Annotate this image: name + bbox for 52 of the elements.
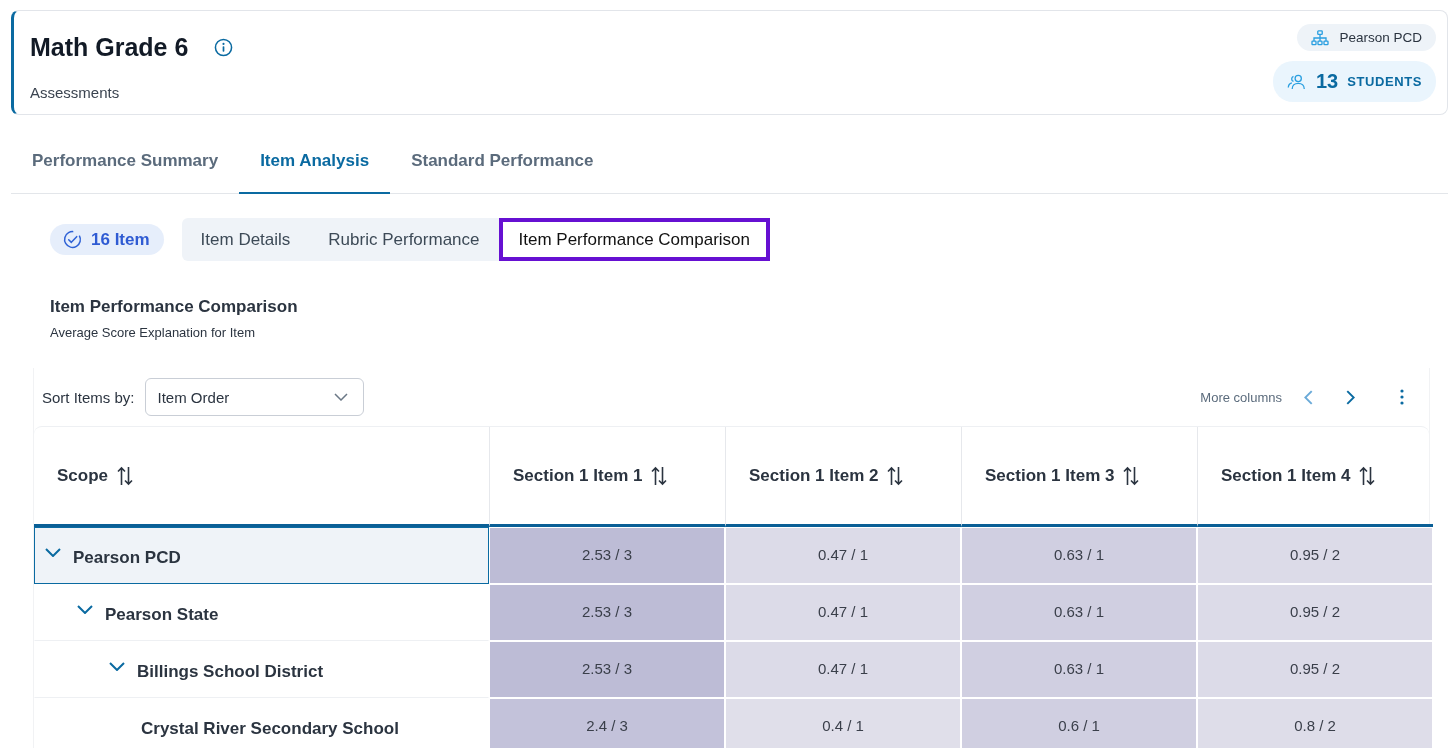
- sort-dropdown[interactable]: Item Order: [144, 378, 364, 416]
- sort-icon: [651, 465, 668, 486]
- tab[interactable]: Item Analysis: [239, 129, 391, 194]
- check-circle-icon: [63, 230, 82, 249]
- score-cell: 0.8 / 2: [1197, 698, 1433, 748]
- sort-label: Sort Items by:: [42, 388, 135, 406]
- page-title: Math Grade 6: [30, 33, 189, 62]
- score-cell: 0.47 / 1: [725, 641, 961, 698]
- score-cell: 0.95 / 2: [1197, 641, 1433, 698]
- chevron-right-icon[interactable]: [1346, 389, 1355, 405]
- scope-name: Pearson PCD: [73, 547, 181, 568]
- section-subtitle: Average Score Explanation for Item: [50, 325, 255, 340]
- page-subtitle: Assessments: [30, 84, 121, 101]
- score-cell: 0.6 / 1: [961, 698, 1197, 748]
- scope-cell[interactable]: Pearson PCD: [34, 527, 489, 584]
- students-badge: 13 STUDENTS: [1272, 61, 1436, 102]
- score-cell: 0.47 / 1: [725, 584, 961, 641]
- score-cell: 2.4 / 3: [489, 698, 725, 748]
- chevron-down-icon: [333, 393, 348, 401]
- score-cell: 0.95 / 2: [1197, 527, 1433, 584]
- item-count-badge: 16 Item: [50, 224, 164, 255]
- score-cell: 0.63 / 1: [961, 641, 1197, 698]
- score-cell: 0.63 / 1: [961, 584, 1197, 641]
- chevron-down-icon[interactable]: [109, 662, 125, 671]
- sort-icon: [1359, 465, 1376, 486]
- sort-icon: [117, 465, 134, 486]
- more-options-icon[interactable]: [1400, 389, 1404, 405]
- sort-icon: [887, 465, 904, 486]
- tab[interactable]: Performance Summary: [11, 129, 240, 194]
- sort-icon: [1123, 465, 1140, 486]
- score-cell: 0.4 / 1: [725, 698, 961, 748]
- more-columns-label: More columns: [1200, 389, 1282, 405]
- score-cell: 2.53 / 3: [489, 527, 725, 584]
- info-icon[interactable]: [214, 38, 234, 57]
- people-icon: [1286, 73, 1306, 90]
- section-title: Item Performance Comparison: [50, 297, 298, 317]
- organization-badge: Pearson PCD: [1297, 24, 1436, 51]
- chevron-down-icon[interactable]: [45, 548, 61, 557]
- view-tab[interactable]: Item Details: [181, 218, 310, 261]
- chevron-down-icon[interactable]: [77, 605, 93, 614]
- view-tab[interactable]: Rubric Performance: [309, 218, 499, 261]
- scope-name: Billings School District: [137, 661, 324, 682]
- scope-name: Pearson State: [105, 604, 219, 625]
- score-cell: 2.53 / 3: [489, 641, 725, 698]
- view-tab[interactable]: Item Performance Comparison: [498, 218, 770, 261]
- score-cell: 0.47 / 1: [725, 527, 961, 584]
- score-cell: 0.63 / 1: [961, 527, 1197, 584]
- hierarchy-icon: [1311, 29, 1330, 46]
- score-cell: 0.95 / 2: [1197, 584, 1433, 641]
- scope-name: Crystal River Secondary School: [141, 718, 399, 739]
- tab[interactable]: Standard Performance: [390, 129, 615, 194]
- score-cell: 2.53 / 3: [489, 584, 725, 641]
